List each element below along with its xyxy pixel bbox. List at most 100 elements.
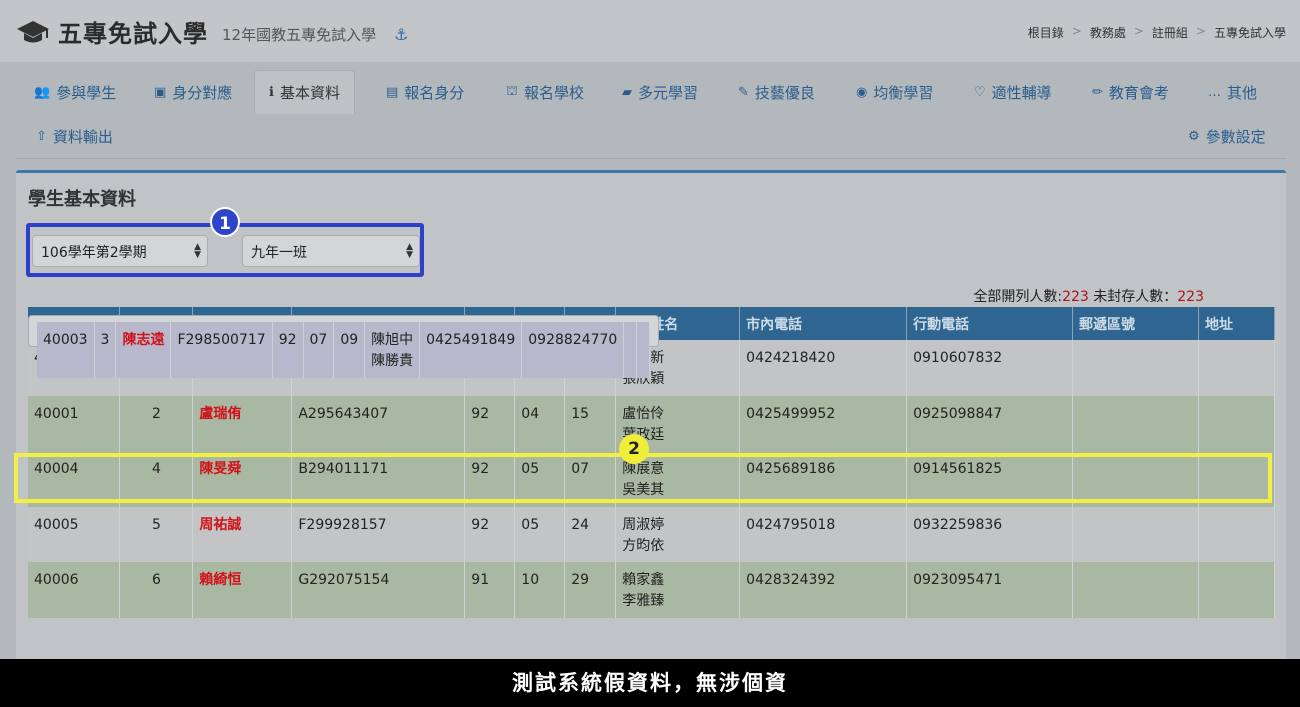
- table-row[interactable]: 40001 2 盧瑞侑 A295643407 92 04 15 盧怡伶 葉政廷 0…: [28, 395, 1276, 451]
- cell-mobile: 0923095471: [906, 562, 1074, 618]
- step-badge-2: 2: [619, 434, 649, 464]
- cell-name-link[interactable]: 盧瑞侑: [192, 395, 293, 451]
- tab-counseling[interactable]: ♡ 適性輔導: [960, 70, 1066, 114]
- tab-label: 技藝優良: [754, 83, 815, 102]
- tab-label: 參數設定: [1205, 127, 1266, 146]
- parent-2: 方昀依: [622, 537, 665, 554]
- cell-mobile: 0910607832: [906, 340, 1074, 396]
- cell-seat: 2: [119, 395, 194, 451]
- cell-phone: 0425491849: [419, 322, 523, 378]
- cell-zip: [1072, 506, 1199, 562]
- brand[interactable]: 五專免試入學 12年國教五專免試入學 ⚓: [16, 14, 408, 49]
- unarchived-count-value: 223: [1177, 289, 1204, 305]
- app-title: 五專免試入學: [58, 20, 208, 48]
- cell-national-id: F298500717: [170, 322, 273, 378]
- cell-name-link[interactable]: 賴綺恒: [192, 562, 293, 618]
- tab-participants[interactable]: 👥 參與學生: [20, 70, 130, 114]
- select-arrows-icon: ▲ ▼: [194, 242, 201, 260]
- nav-tabs: 👥 參與學生 ▣ 身分對應 ℹ 基本資料 ▤ 報名身分 ⛫ 報名學校 ▰ 多元學…: [16, 62, 1286, 172]
- semester-select-value: 106學年第2學期: [41, 245, 147, 261]
- cell-address: [1198, 395, 1276, 451]
- gear-icon: ⚙: [1188, 128, 1200, 144]
- cell-national-id: A295643407: [291, 395, 466, 451]
- tab-label: 基本資料: [279, 84, 340, 102]
- parent-1: 賴家鑫: [622, 572, 665, 588]
- users-icon: 👥: [34, 84, 51, 100]
- cell-student-id: 40006: [28, 562, 121, 618]
- panel-title: 學生基本資料: [28, 189, 136, 210]
- app-subtitle: 12年國教五專免試入學: [222, 26, 377, 44]
- cell-address: [1198, 562, 1276, 618]
- tab-diverse-learning[interactable]: ▰ 多元學習: [608, 70, 712, 114]
- cell-seat: 3: [94, 322, 117, 378]
- cell-phone: 0425499952: [739, 395, 908, 451]
- tab-settings[interactable]: ⚙ 參數設定: [1174, 114, 1280, 158]
- col-header-phone[interactable]: 市內電話: [739, 307, 908, 340]
- cell-national-id: G292075154: [291, 562, 466, 618]
- heart-icon: ♡: [974, 84, 986, 100]
- breadcrumb-item[interactable]: 註冊組: [1152, 24, 1188, 41]
- tab-skills[interactable]: ✎ 技藝優良: [724, 70, 829, 114]
- top-header: 五專免試入學 12年國教五專免試入學 ⚓ 根目錄 > 教務處 > 註冊組 > 五…: [0, 0, 1300, 62]
- cell-day: 15: [564, 395, 617, 451]
- cell-phone: 0424795018: [739, 506, 908, 562]
- tab-label: 報名身分: [404, 83, 465, 102]
- semester-select[interactable]: 106學年第2學期 ▲ ▼: [32, 235, 208, 267]
- breadcrumb: 根目錄 > 教務處 > 註冊組 > 五專免試入學: [1028, 24, 1286, 41]
- breadcrumb-separator: >: [1133, 24, 1144, 38]
- cell-name-link[interactable]: 陳志遠: [115, 322, 172, 378]
- table-row-highlighted[interactable]: 40003 3 陳志遠 F298500717 92 07 09 陳旭中 陳勝貴 0…: [28, 315, 660, 378]
- total-count-label: 全部開列人數:: [973, 289, 1063, 305]
- student-info-panel: 學生基本資料 106學年第2學期 ▲ ▼ 九年一班 ▲ ▼ 1 全部開列人數:223…: [16, 170, 1286, 670]
- table-row[interactable]: 40005 5 周祐誠 F299928157 92 05 24 周淑婷 方昀依 0…: [28, 506, 1276, 562]
- cell-address: [636, 322, 651, 378]
- tab-balanced-learning[interactable]: ◉ 均衡學習: [842, 70, 947, 114]
- table-row[interactable]: 40006 6 賴綺恒 G292075154 91 10 29 賴家鑫 李雅臻 0…: [28, 562, 1276, 618]
- wrench-icon: ✎: [738, 84, 749, 100]
- info-icon: ℹ: [269, 85, 274, 100]
- select-arrows-icon: ▲ ▼: [406, 242, 413, 260]
- record-counts: 全部開列人數:223 未封存人數：223: [973, 286, 1204, 306]
- anchor-icon[interactable]: ⚓: [394, 25, 408, 44]
- cell-name-link[interactable]: 周祐誠: [192, 506, 293, 562]
- cell-month: 04: [514, 395, 566, 451]
- tab-apply-school[interactable]: ⛫ 報名學校: [492, 70, 598, 114]
- tab-basic-info[interactable]: ℹ 基本資料: [254, 70, 355, 114]
- tab-exam[interactable]: ✏ 教育會考: [1078, 70, 1183, 114]
- total-count-value: 223: [1062, 289, 1089, 305]
- cell-mobile: 0932259836: [906, 506, 1074, 562]
- cell-month: 10: [514, 562, 566, 618]
- cell-address: [1198, 340, 1276, 396]
- parent-1: 陳旭中: [371, 332, 414, 348]
- cell-parents: 賴家鑫 李雅臻: [615, 562, 741, 618]
- cell-day: 29: [564, 562, 617, 618]
- cell-day: 24: [564, 506, 617, 562]
- class-select[interactable]: 九年一班 ▲ ▼: [242, 235, 420, 267]
- tab-label: 報名學校: [523, 83, 584, 102]
- tab-other[interactable]: … 其他: [1194, 70, 1271, 114]
- school-icon: ⛫: [506, 83, 518, 99]
- cell-phone: 0424218420: [739, 340, 908, 396]
- col-header-mobile[interactable]: 行動電話: [906, 307, 1074, 340]
- cell-year: 92: [464, 395, 516, 451]
- cell-zip: [1072, 395, 1199, 451]
- graduation-cap-icon: [17, 20, 49, 42]
- tab-identity-mapping[interactable]: ▣ 身分對應: [140, 70, 246, 114]
- cell-zip: [1072, 562, 1199, 618]
- breadcrumb-item[interactable]: 根目錄: [1028, 24, 1064, 41]
- col-header-address[interactable]: 地址: [1198, 307, 1276, 340]
- upload-icon: ⇧: [36, 128, 47, 144]
- pencil-icon: ✏: [1092, 84, 1103, 100]
- tab-export[interactable]: ⇧ 資料輸出: [22, 114, 127, 158]
- breadcrumb-item-current: 五專免試入學: [1213, 26, 1286, 40]
- comment-icon: …: [1208, 84, 1221, 100]
- breadcrumb-separator: >: [1195, 24, 1206, 38]
- col-header-zip[interactable]: 郵遞區號: [1072, 307, 1199, 340]
- tab-apply-identity[interactable]: ▤ 報名身分: [372, 70, 478, 114]
- cell-parents: 周淑婷 方昀依: [615, 506, 741, 562]
- breadcrumb-item[interactable]: 教務處: [1090, 24, 1126, 41]
- tab-label: 教育會考: [1108, 83, 1169, 102]
- balance-icon: ◉: [856, 84, 868, 100]
- cell-address: [1198, 506, 1276, 562]
- cell-student-id: 40003: [37, 322, 95, 378]
